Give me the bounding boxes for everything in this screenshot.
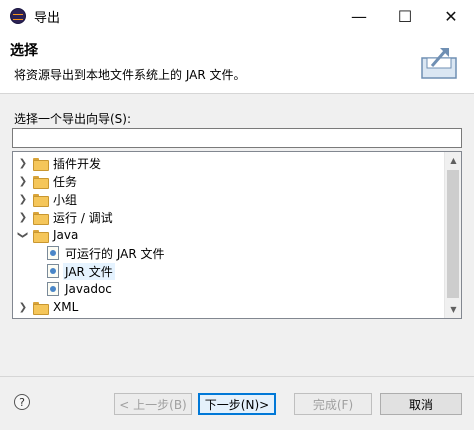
close-button[interactable]: ✕ [428,0,474,32]
tree-item-runnable-jar[interactable]: 可运行的 JAR 文件 [13,244,443,262]
tree-item-label: 可运行的 JAR 文件 [65,246,165,261]
page-title: 选择 [10,43,38,59]
wizard-tree: ❯ 插件开发 ❯ 任务 ❯ 小组 ❯ 运行 / 调试 ❯ Java 可运行的 J… [12,151,462,319]
cancel-button[interactable]: 取消 [380,393,462,415]
scroll-up-icon[interactable]: ▲ [445,152,461,169]
chevron-right-icon[interactable]: ❯ [17,154,29,172]
window-title: 导出 [34,11,61,26]
tree-item-label: 运行 / 调试 [53,210,113,225]
maximize-button[interactable]: ☐ [382,0,428,32]
tree-item-javadoc[interactable]: Javadoc [13,280,443,298]
tree-item-label: Java [53,228,79,242]
tree-item-label: 小组 [53,192,78,207]
scroll-down-icon[interactable]: ▼ [445,301,461,318]
export-wizard-icon [421,48,457,79]
folder-icon [33,301,49,315]
title-bar: 导出 — ☐ ✕ [0,0,474,32]
tree-item-run-debug[interactable]: ❯ 运行 / 调试 [13,208,443,226]
tree-item-jar-file[interactable]: JAR 文件 [13,262,443,280]
chevron-right-icon[interactable]: ❯ [17,208,29,226]
eclipse-logo-icon [10,8,26,24]
chevron-down-icon[interactable]: ❯ [14,229,32,241]
chevron-right-icon[interactable]: ❯ [17,172,29,190]
chevron-right-icon[interactable]: ❯ [17,190,29,208]
wizard-header: 选择 将资源导出到本地文件系统上的 JAR 文件。 [0,32,474,94]
scroll-thumb[interactable] [447,170,459,298]
wizard-prompt: 选择一个导出向导(S): [14,112,132,126]
folder-icon [33,229,49,243]
tree-item-tasks[interactable]: ❯ 任务 [13,172,443,190]
tree-item-label: Javadoc [65,282,112,296]
tree-item-label: XML [53,300,79,314]
footer-divider [0,376,474,377]
tree-item-label: JAR 文件 [63,262,115,280]
tree-scrollbar[interactable]: ▲ ▼ [444,152,461,318]
back-button[interactable]: < 上一步(B) [114,393,192,415]
folder-icon [33,157,49,171]
runnable-jar-icon [47,246,59,260]
tree-item-label: 任务 [53,174,78,189]
filter-input[interactable] [12,128,462,148]
tree-item-plugin-dev[interactable]: ❯ 插件开发 [13,154,443,172]
tree-item-team[interactable]: ❯ 小组 [13,190,443,208]
next-button[interactable]: 下一步(N)> [198,393,276,415]
folder-icon [33,193,49,207]
finish-button[interactable]: 完成(F) [294,393,372,415]
folder-icon [33,211,49,225]
jar-file-icon [47,264,59,278]
tree-item-label: 插件开发 [53,156,102,171]
javadoc-icon [47,282,59,296]
chevron-right-icon[interactable]: ❯ [17,298,29,316]
help-icon[interactable]: ? [14,394,30,410]
tree-item-xml[interactable]: ❯ XML [13,298,443,316]
tree-item-java[interactable]: ❯ Java [13,226,443,244]
minimize-button[interactable]: — [336,0,382,32]
page-description: 将资源导出到本地文件系统上的 JAR 文件。 [14,68,246,82]
folder-icon [33,175,49,189]
